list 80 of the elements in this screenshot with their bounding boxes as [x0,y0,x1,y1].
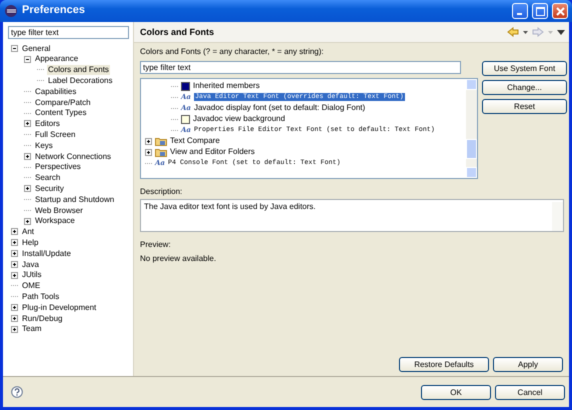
expand-icon[interactable] [24,120,31,128]
forward-arrow-icon [532,27,544,37]
tree-item[interactable]: Search [34,173,62,183]
tree-item[interactable]: Team [21,324,43,334]
expand-icon[interactable] [11,260,18,268]
tree-item[interactable]: Ant [21,227,36,237]
dropdown-icon[interactable] [523,30,528,34]
tree-item[interactable]: Web Browser [34,206,84,216]
collapse-icon[interactable] [11,44,18,52]
help-icon[interactable] [11,386,23,398]
side-button[interactable]: Change... [482,80,567,95]
list-item[interactable]: Javadoc view background [193,114,286,124]
preview-label: Preview: [140,240,172,250]
tree-item[interactable]: Compare/Patch [34,98,92,108]
tree-item[interactable]: Keys [34,140,54,150]
tree-item[interactable]: JUtils [21,270,43,280]
apply-button[interactable]: Apply [493,357,563,372]
expand-icon[interactable] [24,218,31,225]
scrollbar[interactable] [552,202,563,232]
tree-item[interactable]: Workspace [34,216,76,226]
description-text: The Java editor text font is used by Java editors. [144,202,317,214]
expand-icon[interactable] [145,148,152,156]
tree-item[interactable]: Full Screen [34,130,76,140]
tree-item[interactable]: Perspectives [34,162,82,172]
description-label: Description: [140,186,184,196]
tree-item[interactable]: Editors [34,119,61,129]
expand-icon[interactable] [11,304,18,312]
tree-item[interactable]: General [21,44,52,54]
tree-item[interactable]: Install/Update [21,248,72,258]
window-title: Preferences [22,4,85,18]
expand-icon[interactable] [145,138,152,145]
tree-item[interactable]: Plug-in Development [21,302,98,312]
close-button[interactable] [552,3,568,19]
list-item[interactable]: View and Editor Folders [170,147,255,157]
tree-item[interactable]: Appearance [34,54,80,64]
expand-icon[interactable] [11,239,18,246]
maximize-icon [536,6,544,16]
expand-icon[interactable] [24,185,31,192]
tree-item[interactable]: Help [21,238,40,248]
minimize-button[interactable] [512,3,528,19]
tree-item[interactable]: Java [21,260,40,270]
tree-item[interactable]: Network Connections [34,152,112,162]
page-title: Colors and Fonts [140,26,214,38]
cancel-button[interactable]: Cancel [495,384,565,400]
app-icon [4,4,18,18]
expand-icon[interactable] [11,228,18,236]
expand-icon[interactable] [11,326,18,333]
list-item[interactable]: Inherited members [193,81,260,91]
close-icon [556,6,564,16]
expand-icon[interactable] [11,250,18,258]
folder-icon [155,136,167,146]
tree-item[interactable]: Label Decorations [47,76,114,86]
expand-icon[interactable] [11,314,18,322]
back-arrow-icon[interactable] [507,27,519,37]
expand-icon[interactable] [11,272,18,279]
tree-item[interactable]: Security [34,184,65,194]
menu-icon[interactable] [557,30,565,34]
list-item[interactable]: Text Compare [170,136,220,146]
tree-item[interactable]: Startup and Shutdown [34,194,116,204]
preview-text: No preview available. [140,254,218,264]
tree-item[interactable]: Capabilities [34,86,78,96]
filter-field[interactable]: type filter text [140,60,461,74]
collapse-icon[interactable] [24,56,31,63]
tree-item[interactable]: OME [21,281,42,291]
dropdown-icon [548,30,553,34]
tree-item[interactable]: Colors and Fonts [47,65,110,75]
tree-item[interactable]: Content Types [34,108,88,118]
folder-icon [155,147,167,158]
ok-button[interactable]: OK [421,384,491,400]
maximize-button[interactable] [532,3,548,19]
scrollbar[interactable] [466,78,477,178]
tree-item[interactable]: Run/Debug [21,314,64,324]
filter-field[interactable]: type filter text [8,26,129,39]
filter-label: Colors and Fonts (? = any character, * = any string): [140,47,325,57]
list-item[interactable]: Javadoc display font (set to default: Dialog Font) [194,103,366,113]
expand-icon[interactable] [24,152,31,160]
tree-item[interactable]: Path Tools [21,292,60,302]
side-button[interactable]: Reset [482,98,567,114]
side-button[interactable]: Use System Font [482,60,567,76]
restore-defaults-button[interactable]: Restore Defaults [399,357,489,372]
